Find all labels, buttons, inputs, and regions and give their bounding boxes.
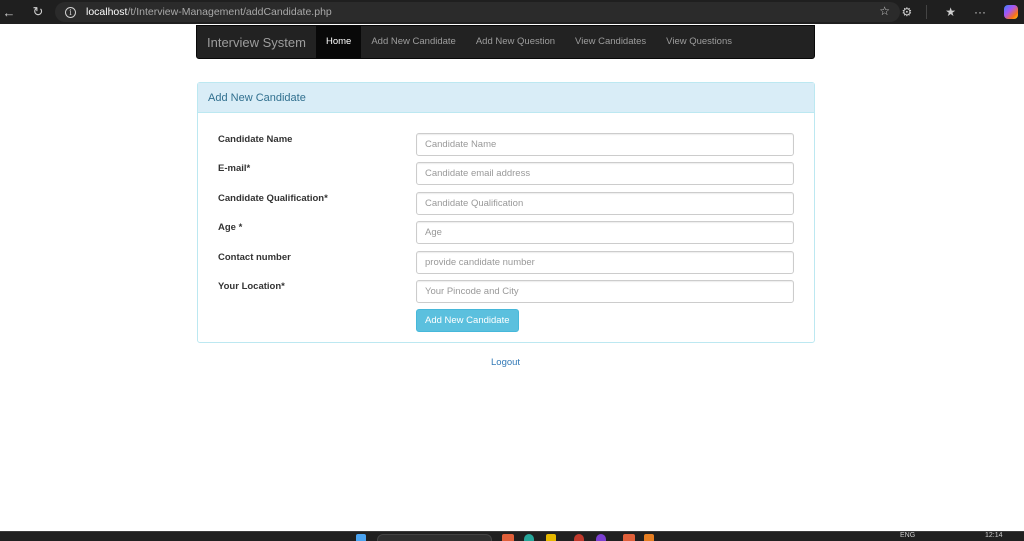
taskbar-app-icon[interactable]	[574, 534, 584, 541]
nav-item-view-questions[interactable]: View Questions	[656, 25, 742, 59]
form-row-contact-number: Contact number	[198, 251, 814, 275]
browser-toolbar: ← ↻ i localhost/t/Interview-Management/a…	[0, 0, 1024, 24]
panel-title: Add New Candidate	[198, 83, 814, 113]
taskbar: ENG 12:14	[0, 531, 1024, 541]
form-row-location: Your Location*	[198, 280, 814, 304]
age-label: Age *	[218, 222, 243, 233]
more-icon[interactable]: ···	[974, 5, 986, 19]
candidate-name-input[interactable]	[416, 133, 794, 156]
location-input[interactable]	[416, 280, 794, 303]
location-label: Your Location*	[218, 281, 285, 292]
favorites-icon[interactable]: ★	[945, 5, 956, 19]
add-new-candidate-button[interactable]: Add New Candidate	[416, 309, 519, 332]
extensions-icon[interactable]: ⚙	[901, 5, 912, 19]
navbar-brand[interactable]: Interview System	[197, 35, 316, 50]
candidate-name-label: Candidate Name	[218, 134, 293, 145]
clock[interactable]: 12:14	[985, 532, 1003, 539]
back-arrow-icon[interactable]: ←	[0, 5, 18, 20]
taskbar-search[interactable]	[377, 534, 492, 541]
divider	[926, 5, 928, 19]
taskbar-app-icon[interactable]	[596, 534, 606, 541]
address-bar[interactable]: i localhost/t/Interview-Management/addCa…	[55, 2, 900, 22]
add-candidate-panel: Add New Candidate Candidate Name E-mail*…	[197, 82, 815, 343]
form-row-candidate-name: Candidate Name	[198, 133, 814, 157]
contact-number-input[interactable]	[416, 251, 794, 274]
file-explorer-icon[interactable]	[546, 534, 556, 541]
form-row-email: E-mail*	[198, 162, 814, 186]
taskbar-app-icon[interactable]	[623, 534, 635, 541]
language-indicator[interactable]: ENG	[900, 532, 915, 539]
taskbar-app-icon[interactable]	[524, 534, 534, 541]
form-row-qualification: Candidate Qualification*	[198, 192, 814, 216]
site-info-icon[interactable]: i	[65, 6, 76, 18]
copilot-icon[interactable]	[1004, 5, 1018, 19]
form-row-age: Age *	[198, 221, 814, 245]
nav-item-add-new-candidate[interactable]: Add New Candidate	[361, 25, 466, 59]
qualification-label: Candidate Qualification*	[218, 193, 328, 204]
qualification-input[interactable]	[416, 192, 794, 215]
taskbar-app-icon[interactable]	[502, 534, 514, 541]
browser-actions: ⚙ ★ ···	[883, 0, 1024, 24]
logout-link[interactable]: Logout	[491, 357, 520, 368]
contact-number-label: Contact number	[218, 252, 291, 263]
url-path: /t/Interview-Management/addCandidate.php	[127, 6, 332, 18]
age-input[interactable]	[416, 221, 794, 244]
email-input[interactable]	[416, 162, 794, 185]
email-label: E-mail*	[218, 163, 251, 174]
nav-item-add-new-question[interactable]: Add New Question	[466, 25, 565, 59]
url-host: localhost	[86, 6, 128, 18]
url-text[interactable]: localhost/t/Interview-Management/addCand…	[86, 6, 332, 18]
navbar: Interview System Home Add New Candidate …	[196, 25, 815, 59]
nav-item-view-candidates[interactable]: View Candidates	[565, 25, 656, 59]
start-icon[interactable]	[356, 534, 366, 541]
reload-icon[interactable]: ↻	[26, 4, 50, 20]
nav-item-home[interactable]: Home	[315, 25, 362, 59]
taskbar-app-icon[interactable]	[644, 534, 654, 541]
